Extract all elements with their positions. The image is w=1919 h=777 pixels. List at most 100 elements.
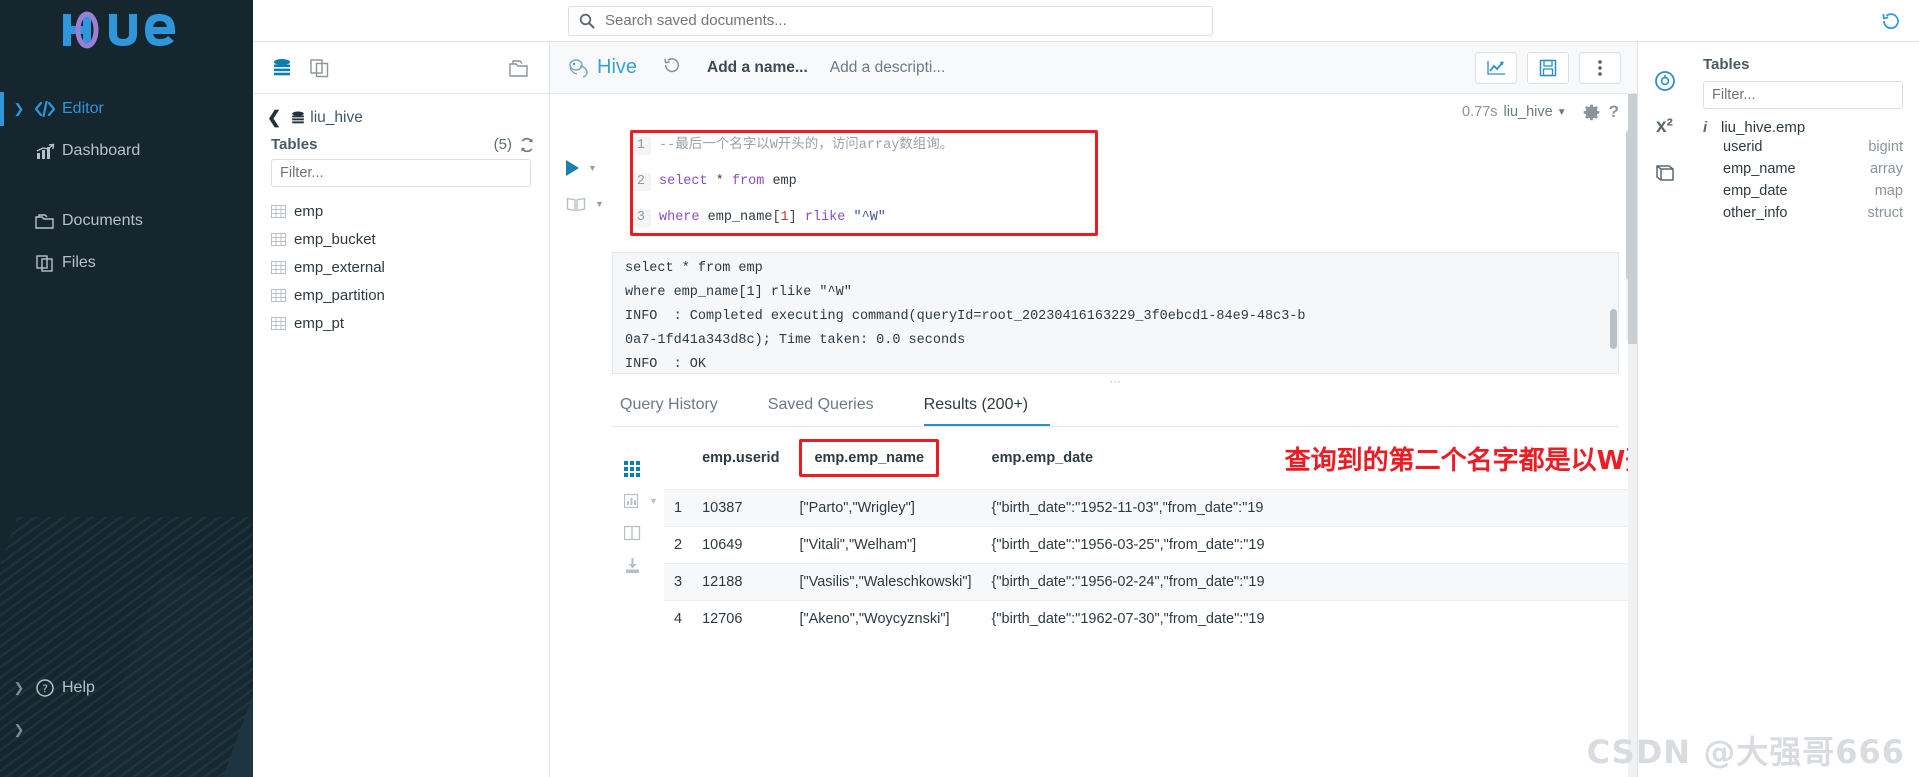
column-spacer <box>1788 183 1875 199</box>
editor-outer-scrollbar[interactable] <box>1628 94 1637 777</box>
table-list-item[interactable]: emp_external <box>271 253 549 281</box>
chart-button[interactable] <box>1475 51 1517 84</box>
history-icon <box>1882 12 1899 29</box>
table-list-item[interactable]: emp_bucket <box>271 225 549 253</box>
table-row[interactable]: 3 12188 ["Vasilis","Waleschkowski"] {"bi… <box>664 563 1637 601</box>
database-icon[interactable] <box>271 57 293 79</box>
right-panel-filter-input[interactable] <box>1703 81 1903 109</box>
table-name: emp_bucket <box>294 230 376 248</box>
table-name: emp_partition <box>294 286 385 304</box>
row-index: 4 <box>664 600 693 637</box>
cell-emp-name: ["Parto","Wrigley"] <box>789 489 982 527</box>
search-input[interactable] <box>603 11 1202 30</box>
column-row[interactable]: emp_date map <box>1703 180 1903 202</box>
table-list-item[interactable]: emp_partition <box>271 281 549 309</box>
editor-outer-scrollbar-thumb[interactable] <box>1628 94 1637 344</box>
tables-label: Tables <box>271 136 318 153</box>
tables-filter <box>271 159 531 187</box>
sidebar-user-row[interactable]: ❯ <box>0 709 253 751</box>
add-name-field[interactable]: Add a name... <box>707 59 808 77</box>
row-index: 2 <box>664 526 693 564</box>
right-assist-panel: Tables i liu_hive.emp userid bigint emp_… <box>1691 42 1919 777</box>
search-box[interactable] <box>568 5 1213 36</box>
more-button[interactable] <box>1579 51 1621 84</box>
book-icon[interactable] <box>566 196 586 212</box>
column-type: struct <box>1867 205 1903 221</box>
column-name: other_info <box>1723 205 1788 221</box>
tabs-underline <box>612 426 1619 427</box>
tables-filter-input[interactable] <box>271 159 531 187</box>
col-emp-name-header[interactable]: emp.emp_name <box>789 427 981 490</box>
sidebar-item-documents[interactable]: Documents <box>0 200 253 242</box>
gear-icon[interactable] <box>1583 104 1600 121</box>
info-icon[interactable]: i <box>1703 119 1721 136</box>
chevron-down-icon[interactable]: ▼ <box>588 163 597 173</box>
refresh-icon[interactable] <box>519 137 535 153</box>
table-row[interactable]: 1 10387 ["Parto","Wrigley"] {"birth_date… <box>664 489 1637 527</box>
right-panel-table-row[interactable]: i liu_hive.emp <box>1703 119 1903 136</box>
download-icon[interactable] <box>612 549 664 581</box>
grid-view-icon[interactable] <box>612 453 664 485</box>
sql-code[interactable]: 1 --最后一个名字以W开头的，访问array数组询。 2 select * fro… <box>633 133 1095 233</box>
history-button[interactable] <box>1881 11 1901 31</box>
sidebar-item-files[interactable]: Files <box>0 242 253 284</box>
documents-icon[interactable] <box>309 58 331 78</box>
log-scrollbar-thumb[interactable] <box>1610 309 1617 349</box>
table-row[interactable]: 2 10649 ["Vitali","Welham"] {"birth_date… <box>664 526 1637 564</box>
save-button[interactable] <box>1527 51 1569 84</box>
table-list-item[interactable]: emp_pt <box>271 309 549 337</box>
chevron-down-icon[interactable]: ▼ <box>649 496 658 506</box>
table-row[interactable]: 4 12706 ["Akeno","Woycyznski"] {"birth_d… <box>664 600 1637 637</box>
sidebar-item-dashboard[interactable]: Dashboard <box>0 130 253 172</box>
columns-view-icon[interactable] <box>612 517 664 549</box>
code-text: select * from emp <box>659 173 797 191</box>
column-row[interactable]: emp_name array <box>1703 158 1903 180</box>
chart-view-icon[interactable]: ▼ <box>612 485 664 517</box>
code-line: 2 select * from emp <box>633 173 1095 191</box>
log-resize-handle-bottom[interactable]: ⋯ <box>1110 375 1122 388</box>
cell-userid: 12188 <box>692 563 790 601</box>
cell-emp-name: ["Vasilis","Waleschkowski"] <box>789 563 982 601</box>
col-emp-date-header[interactable]: emp.emp_date <box>982 427 1275 490</box>
documentation-book-icon[interactable] <box>1638 150 1691 196</box>
explain-row: ▼ <box>566 196 604 212</box>
execution-time: 0.77s <box>1462 104 1498 120</box>
chevron-down-icon[interactable]: ▼ <box>595 199 604 209</box>
history-icon[interactable] <box>663 56 681 79</box>
hue-logo[interactable] <box>0 0 253 60</box>
table-list-item[interactable]: emp <box>271 197 549 225</box>
database-selector[interactable]: liu_hive <box>1504 104 1553 120</box>
code-text: where emp_name[1] rlike "^W" <box>659 209 886 227</box>
results-table-body: 1 10387 ["Parto","Wrigley"] {"birth_date… <box>664 489 1637 637</box>
back-chevron-icon[interactable]: ❮ <box>267 108 281 128</box>
results-table-wrap: emp.userid emp.emp_name emp.emp_date 查询到… <box>664 427 1637 777</box>
play-triangle-icon[interactable] <box>566 160 579 176</box>
col-userid-header[interactable]: emp.userid <box>692 427 789 490</box>
add-description-field[interactable]: Add a descripti... <box>830 59 945 77</box>
functions-x2-icon[interactable]: x² <box>1638 104 1691 150</box>
assistant-icon[interactable] <box>1638 58 1691 104</box>
cell-emp-date: {"birth_date":"1956-02-24","from_date":"… <box>981 563 1275 601</box>
engine-name[interactable]: Hive <box>597 56 637 79</box>
code-token: ] <box>788 210 797 225</box>
code-token: emp_name <box>707 210 773 225</box>
cell-emp-name: ["Akeno","Woycyznski"] <box>789 600 982 637</box>
sql-code-highlight-box: 1 --最后一个名字以W开头的，访问array数组询。 2 select * fro… <box>630 130 1098 236</box>
column-row[interactable]: other_info struct <box>1703 202 1903 224</box>
database-icon <box>290 110 306 126</box>
cell-empty <box>1274 600 1637 637</box>
log-panel[interactable]: select * from emp where emp_name[1] rlik… <box>612 252 1619 374</box>
sidebar-item-help[interactable]: ❯ ? Help <box>0 667 253 709</box>
run-controls: ▼ ▼ <box>566 160 604 232</box>
tab-saved-queries[interactable]: Saved Queries <box>768 396 896 427</box>
import-icon[interactable] <box>507 57 531 79</box>
sidebar-item-editor[interactable]: ❯ Editor <box>0 88 253 130</box>
tab-results[interactable]: Results (200+) <box>923 396 1051 427</box>
tab-query-history[interactable]: Query History <box>620 396 740 427</box>
chevron-down-icon[interactable]: ▼ <box>1557 107 1567 118</box>
annotation-cell: 查询到的第二个名字都是以W开头的 <box>1275 427 1637 490</box>
result-view-icons: ▼ <box>612 427 664 777</box>
column-row[interactable]: userid bigint <box>1703 136 1903 158</box>
question-icon[interactable]: ? <box>1609 102 1619 122</box>
breadcrumb-db-name[interactable]: liu_hive <box>310 109 363 127</box>
